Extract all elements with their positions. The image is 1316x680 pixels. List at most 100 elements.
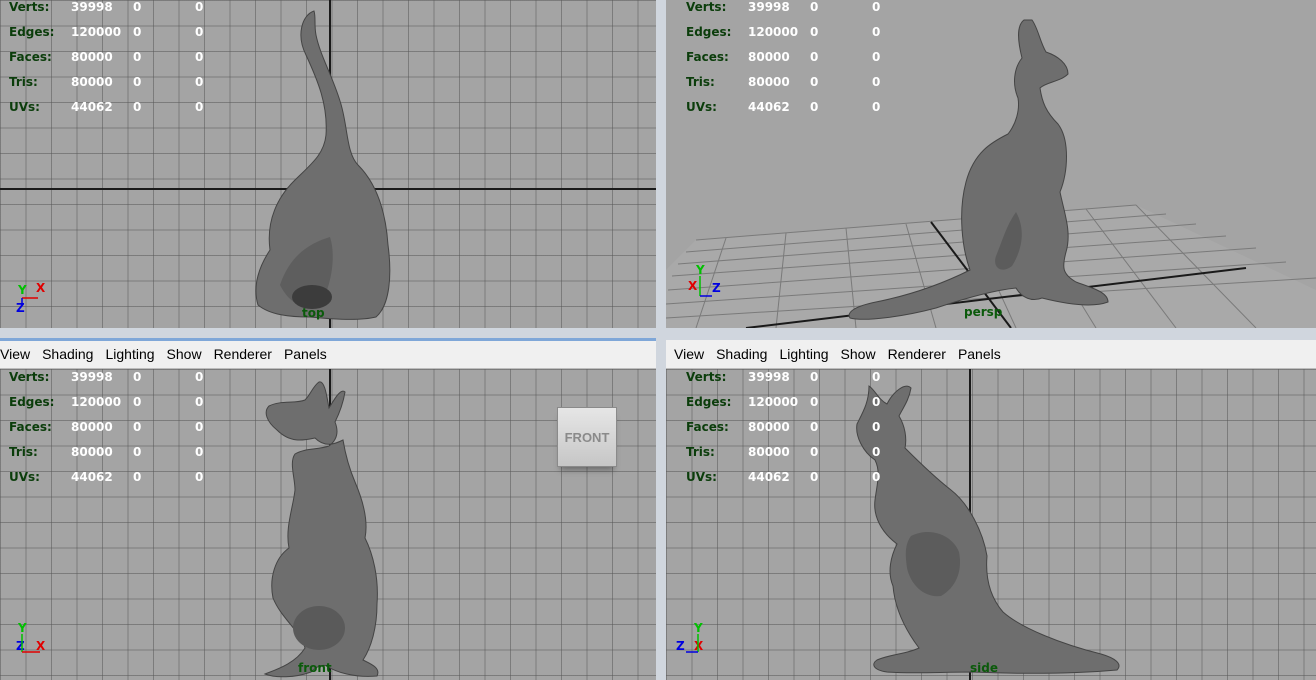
stats-row-verts: Verts: 39998 0 0	[686, 0, 912, 20]
stats-label: UVs:	[9, 100, 40, 114]
stats-value: 80000	[71, 75, 113, 89]
stats-value: 0	[872, 50, 881, 64]
stats-value: 39998	[748, 0, 790, 14]
stats-value: 120000	[71, 395, 122, 409]
menu-show[interactable]: Show	[835, 346, 882, 362]
stats-value: 80000	[71, 50, 113, 64]
poly-count-hud: Verts: 39998 0 0 Edges: 120000 0 0 Faces: 80000…	[686, 0, 912, 120]
stats-label: UVs:	[9, 470, 40, 484]
stats-row-edges: Edges: 120000 0 0	[9, 390, 235, 415]
menu-renderer[interactable]: Renderer	[208, 346, 278, 362]
stats-value: 0	[195, 395, 204, 409]
menu-renderer[interactable]: Renderer	[882, 346, 952, 362]
stats-label: UVs:	[686, 100, 717, 114]
stats-value: 0	[133, 100, 142, 114]
stats-row-uvs: UVs: 44062 0 0	[9, 465, 235, 490]
viewport-persp[interactable]: Verts: 39998 0 0 Edges: 120000 0 0 Faces: 80000…	[666, 0, 1316, 328]
stats-value: 44062	[748, 100, 790, 114]
stats-value: 0	[872, 370, 881, 384]
kangaroo-model-front[interactable]	[255, 378, 390, 678]
stats-value: 0	[195, 50, 204, 64]
stats-label: Edges:	[686, 395, 732, 409]
viewport-top[interactable]: Verts: 39998 0 0 Edges: 120000 0 0 Faces: 80000…	[0, 0, 656, 328]
axis-gizmo: Y X Z	[688, 263, 721, 297]
stats-value: 44062	[748, 470, 790, 484]
stats-label: Tris:	[9, 75, 38, 89]
stats-value: 0	[810, 100, 819, 114]
stats-value: 0	[133, 75, 142, 89]
menu-panels[interactable]: Panels	[278, 346, 333, 362]
stats-row-uvs: UVs: 44062 0 0	[9, 95, 235, 120]
stats-value: 0	[195, 420, 204, 434]
viewport-label-persp: persp	[964, 305, 1003, 319]
stats-row-tris: Tris: 80000 0 0	[9, 440, 235, 465]
stats-value: 0	[133, 370, 142, 384]
stats-value: 0	[810, 445, 819, 459]
stats-label: UVs:	[686, 470, 717, 484]
stats-value: 0	[872, 395, 881, 409]
stats-value: 0	[195, 470, 204, 484]
stats-value: 44062	[71, 100, 113, 114]
stats-value: 0	[872, 25, 881, 39]
stats-value: 0	[195, 75, 204, 89]
stats-value: 0	[810, 25, 819, 39]
stats-value: 80000	[748, 75, 790, 89]
stats-row-verts: Verts: 39998 0 0	[9, 0, 235, 20]
stats-value: 80000	[748, 445, 790, 459]
svg-text:Z: Z	[676, 639, 685, 653]
stats-label: Tris:	[686, 75, 715, 89]
stats-value: 0	[195, 445, 204, 459]
stats-value: 0	[133, 25, 142, 39]
stats-value: 0	[872, 75, 881, 89]
svg-text:Z: Z	[712, 281, 721, 295]
stats-value: 0	[133, 420, 142, 434]
svg-text:Y: Y	[693, 621, 703, 635]
stats-value: 80000	[71, 420, 113, 434]
stats-label: Verts:	[9, 0, 50, 14]
menu-show[interactable]: Show	[161, 346, 208, 362]
stats-value: 120000	[748, 395, 799, 409]
poly-count-hud: Verts: 39998 0 0 Edges: 120000 0 0 Faces: 80000…	[9, 365, 235, 490]
poly-count-hud: Verts: 39998 0 0 Edges: 120000 0 0 Faces: 80000…	[686, 365, 912, 490]
stats-row-faces: Faces: 80000 0 0	[686, 415, 912, 440]
stats-value: 0	[133, 470, 142, 484]
viewport-label-top: top	[302, 306, 325, 320]
stats-value: 0	[810, 50, 819, 64]
poly-count-hud: Verts: 39998 0 0 Edges: 120000 0 0 Faces: 80000…	[9, 0, 235, 120]
axis-gizmo: Y X Z	[16, 281, 46, 315]
menu-lighting[interactable]: Lighting	[99, 346, 160, 362]
stats-value: 80000	[748, 50, 790, 64]
viewport-label-side: side	[970, 661, 998, 675]
stats-label: Edges:	[9, 395, 55, 409]
stats-value: 80000	[71, 445, 113, 459]
stats-value: 0	[872, 470, 881, 484]
stats-label: Edges:	[686, 25, 732, 39]
menu-panels[interactable]: Panels	[952, 346, 1007, 362]
stats-row-verts: Verts: 39998 0 0	[686, 365, 912, 390]
svg-text:X: X	[694, 639, 704, 653]
menu-view[interactable]: View	[0, 346, 36, 362]
viewport-side[interactable]: View Shading Lighting Show Renderer Pane…	[666, 340, 1316, 680]
stats-value: 80000	[748, 420, 790, 434]
stats-value: 120000	[71, 25, 122, 39]
svg-text:Y: Y	[17, 283, 27, 297]
viewport-label-front: front	[298, 661, 332, 675]
kangaroo-model-top[interactable]	[240, 5, 410, 325]
viewcube[interactable]: FRONT	[557, 407, 617, 467]
menu-view[interactable]: View	[668, 346, 710, 362]
viewport-front[interactable]: View Shading Lighting Show Renderer Pane…	[0, 340, 656, 680]
stats-label: Edges:	[9, 25, 55, 39]
menu-lighting[interactable]: Lighting	[773, 346, 834, 362]
stats-label: Faces:	[9, 420, 52, 434]
stats-value: 39998	[71, 370, 113, 384]
panel-splitter-vertical[interactable]	[656, 0, 666, 680]
stats-value: 0	[810, 420, 819, 434]
svg-text:Y: Y	[17, 621, 27, 635]
stats-label: Verts:	[686, 370, 727, 384]
stats-label: Tris:	[9, 445, 38, 459]
menu-shading[interactable]: Shading	[710, 346, 773, 362]
stats-value: 0	[872, 0, 881, 14]
stats-value: 120000	[748, 25, 799, 39]
stats-value: 0	[810, 470, 819, 484]
menu-shading[interactable]: Shading	[36, 346, 99, 362]
